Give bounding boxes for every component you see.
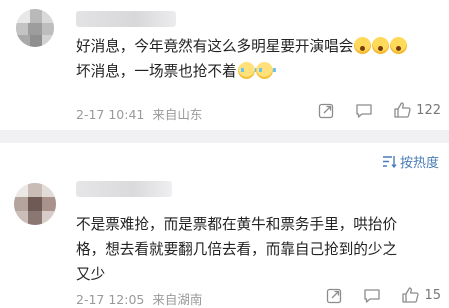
crying-emoji-icon: [255, 62, 276, 79]
crying-emoji-icon: [237, 62, 258, 79]
comment-line: 好消息，今年竟然有这么多明星要开演唱会: [76, 34, 444, 59]
comment-line-text: 好消息，今年竟然有这么多明星要开演唱会: [76, 38, 354, 55]
comment-icon: [364, 288, 381, 303]
comment-button[interactable]: [355, 102, 373, 119]
comment-actions: 122: [298, 101, 441, 119]
shocked-emoji-icon: [390, 37, 408, 54]
share-icon: [319, 103, 334, 118]
avatar[interactable]: [14, 183, 56, 225]
section-divider: [0, 130, 449, 143]
username-blurred[interactable]: [76, 11, 176, 27]
comment-card: 好消息，今年竟然有这么多明星要开演唱会 坏消息，一场票也抢不着 2-17 10:…: [0, 0, 449, 130]
comment-line-text: 坏消息，一场票也抢不着: [76, 63, 237, 80]
avatar[interactable]: [16, 9, 54, 47]
comment-location: 来自湖南: [152, 292, 203, 307]
comment-line: 又少: [76, 266, 106, 283]
like-button[interactable]: 122: [393, 101, 441, 119]
comment-meta: 2-17 12:05 来自湖南: [76, 289, 206, 308]
comment-button[interactable]: [363, 287, 381, 304]
shocked-emoji-icon: [372, 37, 390, 54]
share-icon: [327, 288, 342, 303]
comment-time: 2-17 12:05: [76, 292, 145, 307]
comment-text: 好消息，今年竟然有这么多明星要开演唱会 坏消息，一场票也抢不着: [76, 34, 444, 84]
shocked-emoji-icon: [354, 37, 372, 54]
comment-card: 不是票难抢，而是票都在黄牛和票务手里，哄抬价 格，想去看就要翻几倍去看，而靠自己…: [0, 143, 449, 308]
comment-location: 来自山东: [152, 107, 203, 122]
like-icon: [394, 102, 411, 118]
share-button[interactable]: [318, 102, 335, 119]
comment-time: 2-17 10:41: [76, 107, 145, 122]
username-blurred[interactable]: [76, 181, 172, 197]
comment-meta: 2-17 10:41 来自山东: [76, 104, 206, 123]
like-button[interactable]: 15: [401, 286, 441, 304]
comment-line: 不是票难抢，而是票都在黄牛和票务手里，哄抬价: [76, 216, 398, 233]
comment-line: 坏消息，一场票也抢不着: [76, 59, 444, 84]
comment-icon: [356, 103, 372, 118]
comment-text: 不是票难抢，而是票都在黄牛和票务手里，哄抬价 格，想去看就要翻几倍去看，而靠自己…: [76, 212, 438, 287]
share-button[interactable]: [326, 287, 343, 304]
like-count: 122: [416, 102, 441, 118]
comment-actions: 15: [306, 286, 441, 304]
like-icon: [402, 287, 420, 303]
like-count: 15: [424, 287, 441, 303]
comment-line: 格，想去看就要翻几倍去看，而靠自己抢到的少之: [76, 241, 398, 258]
